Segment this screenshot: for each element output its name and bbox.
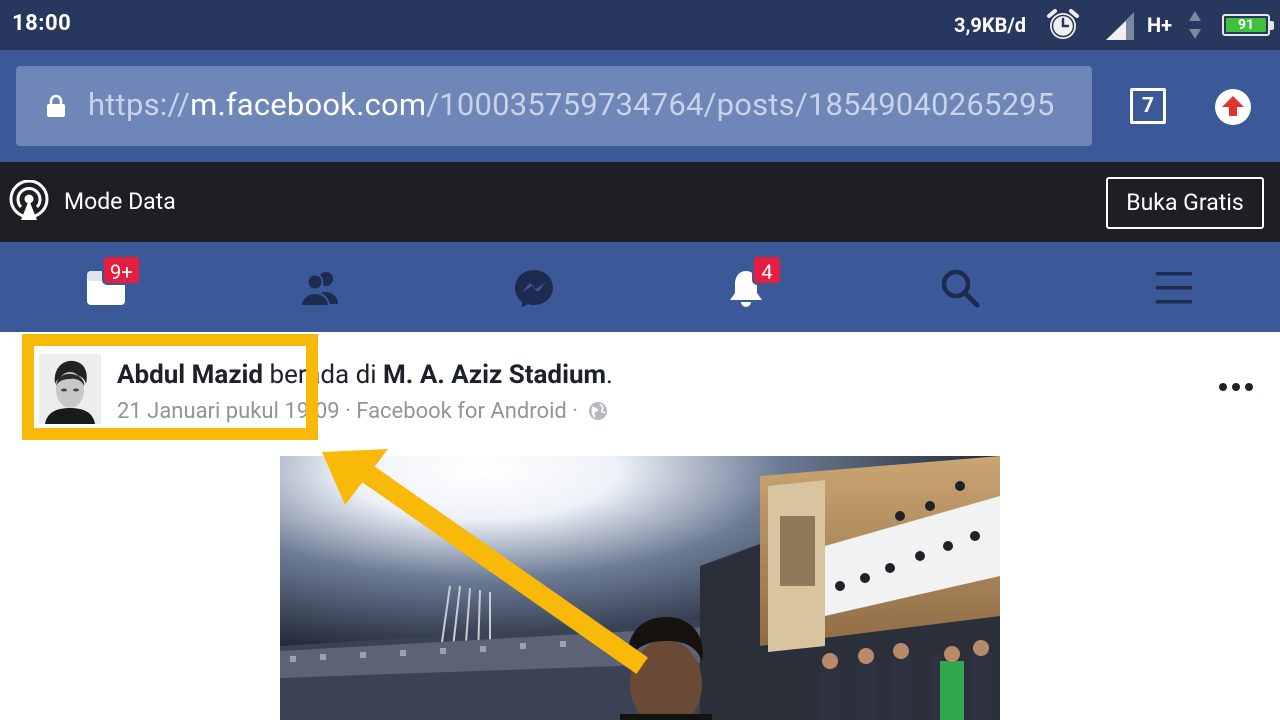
status-bar: 18:00 3,9KB/d H+ 91: [0, 0, 1280, 50]
battery-level: 91: [1237, 17, 1255, 33]
url-scheme: https://: [88, 86, 191, 123]
globe-icon: [588, 402, 607, 420]
url-bar[interactable]: https://m.facebook.com/100035759734764/p…: [16, 66, 1092, 146]
notifications-badge: 4: [752, 255, 782, 285]
more-icon[interactable]: [1218, 382, 1254, 392]
nav-friends[interactable]: [270, 242, 370, 332]
messenger-icon: [515, 270, 553, 307]
data-mode-label: Mode Data: [64, 188, 176, 215]
nav-notifications[interactable]: 4: [696, 242, 796, 332]
network-speed: 3,9KB/d: [954, 13, 1027, 37]
url-text[interactable]: https://m.facebook.com/100035759734764/p…: [88, 86, 1055, 123]
data-arrows-icon: [1189, 11, 1201, 39]
nav-news-feed[interactable]: 9+: [56, 242, 156, 332]
nav-messenger[interactable]: [484, 242, 584, 332]
status-time: 18:00: [12, 11, 72, 36]
place-suffix: .: [606, 360, 613, 390]
battery-icon: 91: [1222, 14, 1274, 36]
place-link[interactable]: M. A. Aziz Stadium: [383, 360, 606, 390]
url-path: /100035759734764/posts/18549040265295: [426, 86, 1055, 123]
lock-icon: [47, 94, 65, 117]
tabs-button[interactable]: 7: [1130, 88, 1166, 124]
upload-icon[interactable]: [1214, 88, 1252, 126]
network-type: H+: [1147, 13, 1173, 37]
facebook-nav: 9+ 4: [0, 242, 1280, 332]
highlight-box: [22, 334, 318, 440]
menu-icon: [1156, 272, 1192, 304]
alarm-icon: [1047, 9, 1079, 39]
data-mode-bar: Mode Data Buka Gratis: [0, 162, 1280, 242]
search-icon: [941, 269, 980, 308]
signal-icon: [1106, 12, 1134, 40]
broadcast-icon: [9, 180, 49, 220]
nav-menu[interactable]: [1124, 242, 1224, 332]
stadium-photo: [280, 456, 1000, 720]
url-host: m.facebook.com: [190, 86, 427, 123]
news-feed-badge: 9+: [102, 255, 141, 285]
free-mode-button[interactable]: Buka Gratis: [1106, 177, 1264, 229]
friends-icon: [300, 272, 338, 307]
post-photo[interactable]: [280, 456, 1000, 720]
nav-search[interactable]: [910, 242, 1010, 332]
browser-toolbar: https://m.facebook.com/100035759734764/p…: [0, 50, 1280, 162]
